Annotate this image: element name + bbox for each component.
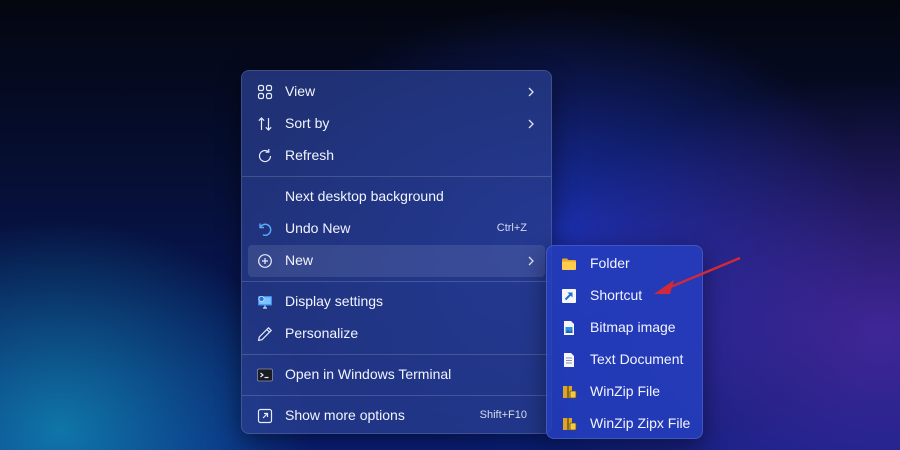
bitmap-icon xyxy=(561,320,577,336)
menu-item-refresh[interactable]: Refresh xyxy=(248,140,545,172)
display-settings-icon xyxy=(257,294,273,310)
menu-item-label: Refresh xyxy=(285,147,335,163)
terminal-icon xyxy=(257,367,273,383)
grid-icon xyxy=(257,84,273,100)
submenu-item-label: WinZip Zipx File xyxy=(590,415,691,431)
menu-item-personalize[interactable]: Personalize xyxy=(248,318,545,350)
submenu-item-bitmap-image[interactable]: Bitmap image xyxy=(552,312,697,344)
keyboard-shortcut: Shift+F10 xyxy=(479,409,527,421)
submenu-item-winzip-file[interactable]: WinZip File xyxy=(552,376,697,408)
add-circle-icon xyxy=(257,253,273,269)
menu-item-label: Personalize xyxy=(285,325,359,341)
annotation-arrow-icon xyxy=(654,256,741,294)
menu-item-label: View xyxy=(285,83,316,99)
folder-icon xyxy=(561,256,577,272)
shortcut-icon xyxy=(561,288,577,304)
menu-item-label: Undo New xyxy=(285,220,351,236)
menu-item-display-settings[interactable]: Display settings xyxy=(248,286,545,318)
menu-item-new[interactable]: New xyxy=(248,245,545,277)
submenu-item-label: Bitmap image xyxy=(590,319,676,335)
winzip-zipx-icon xyxy=(561,416,577,432)
undo-icon xyxy=(257,221,273,237)
menu-separator xyxy=(242,176,551,177)
submenu-item-label: Text Document xyxy=(590,351,684,367)
menu-item-label: Open in Windows Terminal xyxy=(285,366,452,382)
sort-arrows-icon xyxy=(257,116,273,132)
submenu-item-label: Folder xyxy=(590,255,630,271)
menu-item-sort-by[interactable]: Sort by xyxy=(248,108,545,140)
chevron-right-icon xyxy=(528,87,534,97)
desktop-context-menu: View Sort by Refresh Next desktop backgr… xyxy=(241,70,552,434)
menu-item-undo-new[interactable]: Undo New Ctrl+Z xyxy=(248,213,545,245)
menu-item-label: Next desktop background xyxy=(285,188,444,204)
refresh-icon xyxy=(257,148,273,164)
menu-item-label: New xyxy=(285,252,314,268)
expand-icon xyxy=(257,408,273,424)
text-document-icon xyxy=(561,352,577,368)
submenu-item-label: Shortcut xyxy=(590,287,643,303)
menu-separator xyxy=(242,281,551,282)
winzip-icon xyxy=(561,384,577,400)
menu-item-next-desktop-background[interactable]: Next desktop background xyxy=(248,181,545,213)
menu-item-view[interactable]: View xyxy=(248,76,545,108)
menu-item-label: Sort by xyxy=(285,115,330,131)
menu-item-show-more-options[interactable]: Show more options Shift+F10 xyxy=(248,400,545,432)
chevron-right-icon xyxy=(528,119,534,129)
menu-separator xyxy=(242,354,551,355)
menu-item-label: Display settings xyxy=(285,293,384,309)
submenu-item-text-document[interactable]: Text Document xyxy=(552,344,697,376)
submenu-item-label: WinZip File xyxy=(590,383,661,399)
menu-separator xyxy=(242,395,551,396)
chevron-right-icon xyxy=(528,256,534,266)
pen-icon xyxy=(257,326,273,342)
menu-item-open-in-windows-terminal[interactable]: Open in Windows Terminal xyxy=(248,359,545,391)
menu-item-label: Show more options xyxy=(285,407,405,423)
keyboard-shortcut: Ctrl+Z xyxy=(496,222,527,234)
submenu-item-winzip-zipx-file[interactable]: WinZip Zipx File xyxy=(552,408,697,440)
